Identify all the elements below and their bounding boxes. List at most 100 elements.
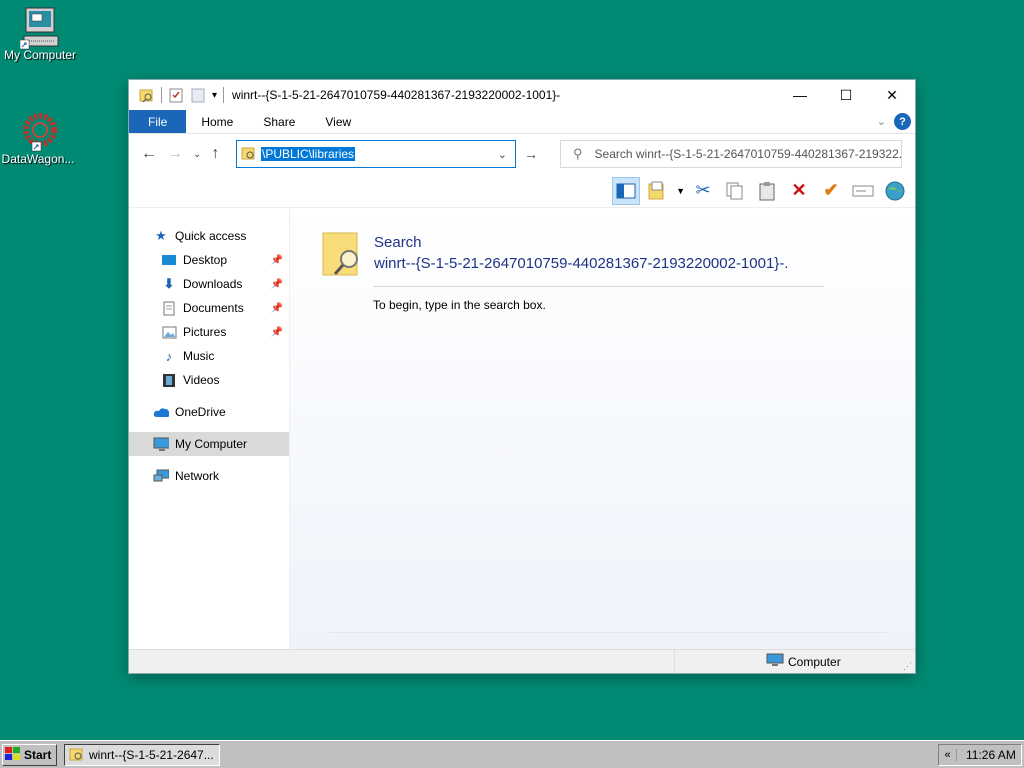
nav-item-music[interactable]: ♪ Music	[129, 344, 289, 368]
address-dropdown-icon[interactable]: ⌄	[498, 148, 507, 161]
customize-qa-dropdown-icon[interactable]: ▾	[212, 90, 217, 101]
help-icon[interactable]: ?	[894, 113, 911, 130]
taskbar: Start winrt--{S-1-5-21-2647... « 11:26 A…	[0, 740, 1024, 768]
cut-icon[interactable]: ✂	[689, 177, 717, 205]
command-toolbar: ▼ ✂ ✕ ✔	[129, 174, 915, 208]
nav-item-onedrive[interactable]: OneDrive	[129, 400, 289, 424]
status-location: Computer	[766, 653, 841, 670]
start-button[interactable]: Start	[2, 744, 57, 766]
pictures-icon	[161, 324, 177, 340]
nav-item-network[interactable]: Network	[129, 464, 289, 488]
nav-item-pictures[interactable]: Pictures 📌	[129, 320, 289, 344]
maximize-button[interactable]: ☐	[823, 80, 869, 110]
new-item-icon[interactable]	[644, 177, 672, 205]
nav-item-quick-access[interactable]: ★ Quick access	[129, 224, 289, 248]
desktop-icon-datawagon[interactable]: DataWagon...	[0, 110, 78, 166]
pin-icon: 📌	[270, 302, 283, 314]
globe-icon[interactable]	[881, 177, 909, 205]
nav-item-videos[interactable]: Videos	[129, 368, 289, 392]
clock[interactable]: 11:26 AM	[966, 748, 1016, 762]
tab-home[interactable]: Home	[186, 110, 248, 133]
ribbon-tabs: File Home Share View ⌄ ?	[129, 110, 915, 134]
expand-ribbon-icon[interactable]: ⌄	[877, 115, 886, 128]
document-icon	[161, 300, 177, 316]
search-heading: Search winrt--{S-1-5-21-2647010759-44028…	[374, 232, 788, 276]
nav-item-label: Network	[175, 469, 220, 483]
windows-logo-icon	[5, 746, 21, 764]
new-item-dropdown-icon[interactable]: ▼	[676, 186, 685, 196]
tab-share[interactable]: Share	[248, 110, 310, 133]
address-value: \PUBLIC\libraries	[261, 147, 356, 161]
status-location-label: Computer	[788, 654, 841, 669]
file-list-area[interactable]: Search winrt--{S-1-5-21-2647010759-44028…	[290, 208, 915, 649]
properties-icon[interactable]	[168, 87, 184, 103]
window-title: winrt--{S-1-5-21-2647010759-440281367-21…	[232, 88, 561, 102]
search-prompt: Search winrt--{S-1-5-21-2647010759-44028…	[322, 232, 788, 276]
title-bar[interactable]: ▾ winrt--{S-1-5-21-2647010759-440281367-…	[129, 80, 915, 110]
resize-grip-icon[interactable]: ⋰	[903, 661, 912, 672]
new-folder-icon[interactable]	[190, 87, 206, 103]
computer-icon	[153, 436, 169, 452]
preview-pane-icon[interactable]	[612, 176, 641, 205]
divider	[330, 632, 887, 633]
music-note-icon: ♪	[165, 348, 173, 364]
divider	[161, 87, 162, 103]
nav-item-my-computer[interactable]: My Computer	[129, 432, 289, 456]
search-folder-icon	[322, 232, 362, 276]
film-icon	[161, 372, 177, 388]
forward-arrow-icon[interactable]: →	[167, 145, 183, 163]
pin-icon: 📌	[270, 278, 283, 290]
go-arrow-icon[interactable]: →	[524, 146, 538, 162]
nav-item-label: Music	[183, 349, 215, 363]
navigation-pane[interactable]: ★ Quick access Desktop 📌 ⬇ Downloads 📌 D…	[129, 208, 290, 649]
network-icon	[153, 468, 169, 484]
quick-access-toolbar: ▾	[129, 87, 225, 103]
nav-item-label: My Computer	[175, 437, 248, 451]
back-arrow-icon[interactable]: ←	[141, 145, 157, 163]
nav-item-label: Documents	[183, 301, 244, 315]
download-arrow-icon: ⬇	[163, 276, 175, 291]
pin-icon: 📌	[270, 326, 283, 338]
recent-locations-dropdown-icon[interactable]: ⌄	[193, 149, 201, 160]
nav-item-label: Pictures	[183, 325, 227, 339]
nav-item-downloads[interactable]: ⬇ Downloads 📌	[129, 272, 289, 296]
start-label: Start	[24, 748, 52, 762]
search-input[interactable]: ⚲ Search winrt--{S-1-5-21-2647010759-440…	[560, 140, 902, 168]
up-arrow-icon[interactable]: ↑	[211, 145, 219, 163]
divider	[373, 286, 824, 287]
divider	[223, 87, 225, 103]
search-heading-line2: winrt--{S-1-5-21-2647010759-440281367-21…	[374, 255, 789, 272]
taskbar-window-label: winrt--{S-1-5-21-2647...	[89, 748, 214, 762]
nav-item-label: OneDrive	[175, 405, 226, 419]
minimize-button[interactable]: —	[777, 80, 823, 110]
copy-icon[interactable]	[721, 177, 749, 205]
system-tray: « 11:26 AM	[938, 744, 1022, 766]
content-area: ★ Quick access Desktop 📌 ⬇ Downloads 📌 D…	[129, 208, 915, 649]
status-divider	[674, 650, 675, 673]
star-icon: ★	[155, 228, 167, 243]
apply-check-icon[interactable]: ✔	[817, 177, 845, 205]
paste-icon[interactable]	[753, 177, 781, 205]
computer-icon	[19, 6, 60, 50]
address-bar-row: ← → ⌄ ↑ \PUBLIC\libraries ⌄ → ⚲ Search w…	[129, 134, 915, 174]
address-input[interactable]: \PUBLIC\libraries ⌄	[236, 140, 516, 168]
status-bar: Computer ⋰	[129, 649, 915, 673]
search-heading-line1: Search	[374, 234, 422, 251]
nav-item-documents[interactable]: Documents 📌	[129, 296, 289, 320]
taskbar-window-button[interactable]: winrt--{S-1-5-21-2647...	[64, 744, 220, 766]
nav-item-desktop[interactable]: Desktop 📌	[129, 248, 289, 272]
rename-icon[interactable]	[849, 177, 877, 205]
tab-file[interactable]: File	[129, 110, 187, 133]
cloud-icon	[153, 404, 169, 420]
delete-icon[interactable]: ✕	[785, 177, 813, 205]
search-placeholder: Search winrt--{S-1-5-21-2647010759-44028…	[594, 147, 902, 161]
tray-expand-icon[interactable]: «	[939, 749, 957, 761]
desktop-icon-my-computer[interactable]: My Computer	[0, 6, 80, 62]
computer-icon	[766, 653, 784, 670]
nav-item-label: Quick access	[175, 229, 247, 243]
tab-view[interactable]: View	[310, 110, 366, 133]
desktop-folder-icon	[161, 252, 177, 268]
nav-item-label: Downloads	[183, 277, 243, 291]
close-button[interactable]: ✕	[869, 80, 915, 110]
explorer-window: ▾ winrt--{S-1-5-21-2647010759-440281367-…	[129, 80, 915, 673]
